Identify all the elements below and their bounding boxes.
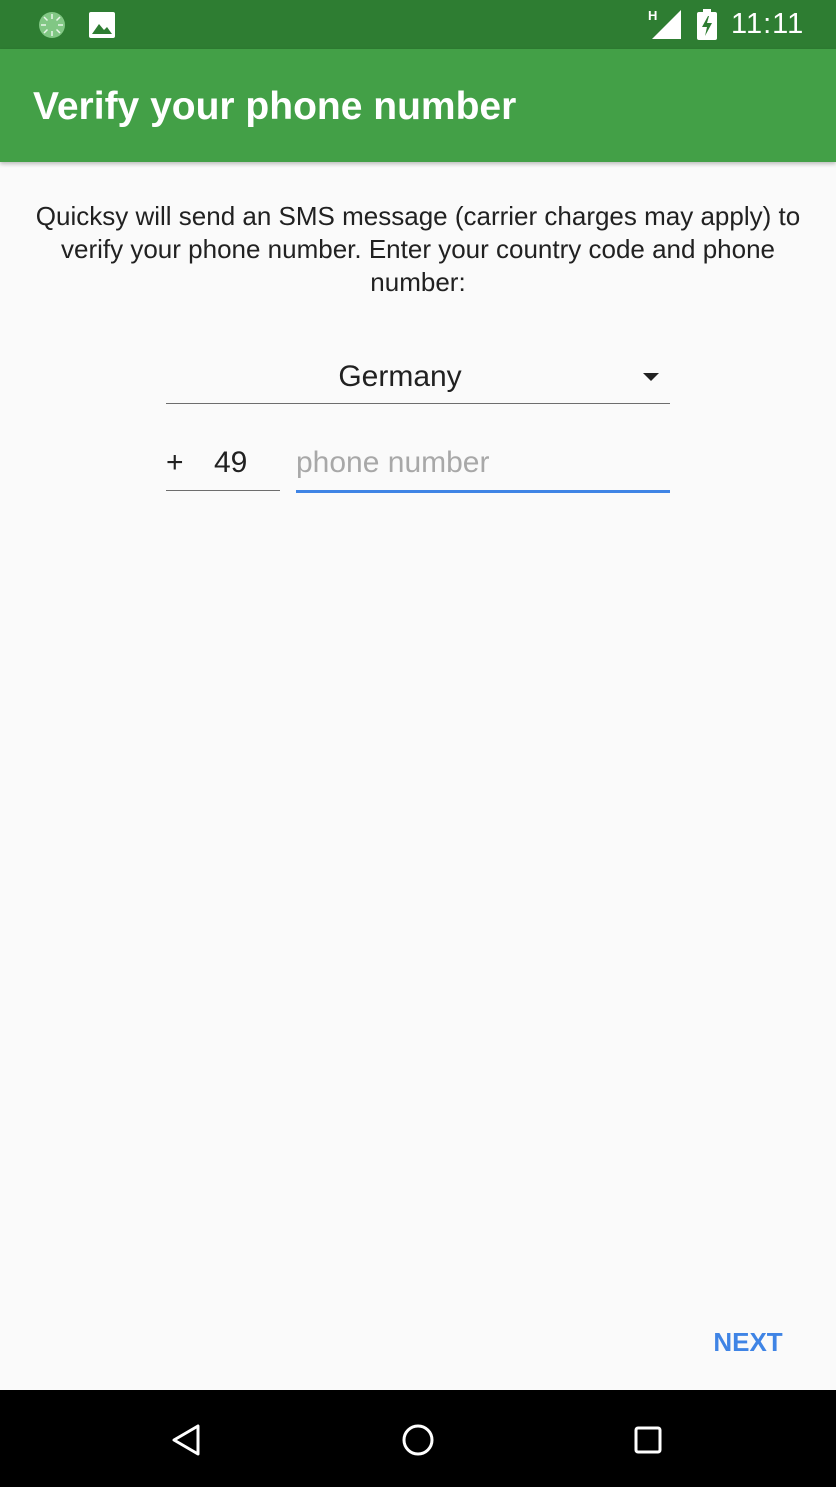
country-selector[interactable]: Germany [166,352,670,404]
battery-charging-icon [697,9,717,40]
instructions-text: Quicksy will send an SMS message (carrie… [35,201,801,297]
dropdown-arrow-icon [643,373,659,381]
loading-spinner-icon [39,12,65,38]
home-icon[interactable] [398,1420,438,1460]
phone-number-placeholder: phone number [296,446,490,479]
image-notification-icon [89,12,115,38]
screen: H 11:11 Verify your phone number Quicksy… [0,0,836,1487]
page-title: Verify your phone number [33,85,517,128]
country-code-field[interactable]: 49 [166,440,280,491]
navigation-bar [0,1390,836,1487]
back-icon[interactable] [166,1420,206,1460]
country-code-value: 49 [214,446,248,479]
cellular-signal-icon [652,10,681,39]
status-bar: H 11:11 [0,0,836,49]
next-button[interactable]: NEXT [700,1318,796,1366]
recents-icon[interactable] [628,1420,668,1460]
country-selected-value: Germany [338,360,462,393]
status-time: 11:11 [731,8,805,40]
phone-number-field[interactable]: phone number [296,440,670,493]
app-toolbar: Verify your phone number [0,49,836,162]
